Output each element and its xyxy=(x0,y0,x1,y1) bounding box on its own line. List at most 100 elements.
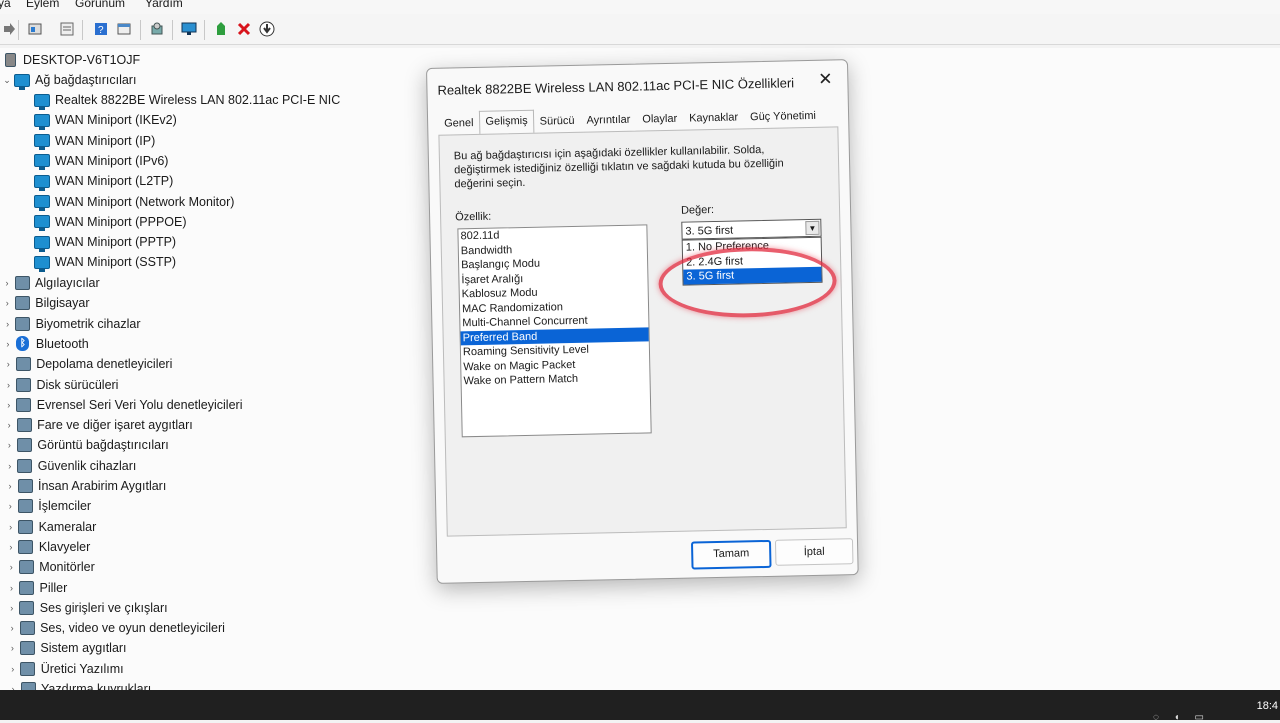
menu-item-eylem[interactable]: Eylem xyxy=(26,0,59,10)
property-list[interactable]: 802.11d Bandwidth Başlangıç Modu İşaret Ara… xyxy=(457,224,652,438)
property-list-item[interactable]: Wake on Pattern Match xyxy=(461,370,649,388)
tree-category[interactable]: › Biyometrik cihazlar xyxy=(3,314,140,334)
tree-category[interactable]: › Depolama denetleyicileri xyxy=(3,354,172,374)
tree-category-network[interactable]: ⌄ Ağ bağdaştırıcıları xyxy=(2,70,136,90)
chevron-right-icon[interactable]: › xyxy=(7,643,17,653)
tree-category[interactable]: › Disk sürücüleri xyxy=(4,375,118,395)
chevron-right-icon[interactable]: › xyxy=(7,603,17,613)
chevron-right-icon[interactable]: › xyxy=(5,501,15,511)
tree-category-label: Görüntü bağdaştırıcıları xyxy=(37,438,169,453)
tree-root[interactable]: DESKTOP-V6T1OJF xyxy=(2,50,140,70)
tree-category[interactable]: › İnsan Arabirim Aygıtları xyxy=(5,476,166,496)
tree-category-label: Monitörler xyxy=(39,560,95,575)
tree-item-network-adapter[interactable]: WAN Miniport (SSTP) xyxy=(34,252,176,272)
tree-category[interactable]: › Piller xyxy=(7,578,67,598)
chevron-right-icon[interactable]: › xyxy=(6,522,16,532)
chevron-right-icon[interactable]: › xyxy=(2,278,12,288)
tree-category[interactable]: › Fare ve diğer işaret aygıtları xyxy=(4,415,193,435)
tree-item-label: WAN Miniport (PPTP) xyxy=(55,235,177,250)
taskbar-clock[interactable]: 18:4 xyxy=(1257,700,1278,712)
processor-icon xyxy=(17,499,33,514)
tree-root-label: DESKTOP-V6T1OJF xyxy=(23,53,141,67)
tree-item-network-adapter[interactable]: WAN Miniport (IKEv2) xyxy=(34,110,177,130)
chevron-right-icon[interactable]: › xyxy=(3,319,13,329)
view-icon[interactable] xyxy=(58,20,76,38)
bluetooth-icon: ᛒ xyxy=(15,336,31,352)
help-icon[interactable]: ? xyxy=(92,20,110,38)
tree-item-network-adapter[interactable]: WAN Miniport (PPTP) xyxy=(34,232,176,252)
monitor-icon xyxy=(18,560,34,575)
chevron-right-icon[interactable]: › xyxy=(4,440,14,450)
properties-icon[interactable] xyxy=(26,20,44,38)
chevron-right-icon[interactable]: › xyxy=(2,298,12,308)
tree-category[interactable]: › Güvenlik cihazları xyxy=(5,456,137,476)
tree-category[interactable]: › Kameralar xyxy=(6,517,97,537)
tree-category[interactable]: › Üretici Yazılımı xyxy=(8,659,124,679)
tree-category-label: Algılayıcılar xyxy=(35,276,100,290)
tree-item-network-adapter[interactable]: WAN Miniport (PPPOE) xyxy=(34,212,187,232)
tree-category-label: Sistem aygıtları xyxy=(40,641,127,656)
chevron-right-icon[interactable]: › xyxy=(3,359,13,369)
menu-item-gorunum[interactable]: Görünüm xyxy=(75,0,125,10)
chevron-right-icon[interactable]: › xyxy=(7,583,17,593)
chevron-right-icon[interactable]: › xyxy=(4,380,14,390)
scan-hardware-icon[interactable] xyxy=(148,20,166,38)
chevron-right-icon[interactable]: › xyxy=(5,461,15,471)
tree-item-network-adapter[interactable]: WAN Miniport (L2TP) xyxy=(34,171,173,191)
tray-icons[interactable]: ◌ ◖ ▭ xyxy=(1153,712,1210,723)
uninstall-icon[interactable] xyxy=(235,20,253,38)
tree-category[interactable]: › ᛒ Bluetooth xyxy=(3,334,89,354)
download-icon[interactable] xyxy=(258,20,276,38)
chevron-right-icon[interactable]: › xyxy=(8,664,18,674)
tree-category-label: İnsan Arabirim Aygıtları xyxy=(38,479,167,493)
tree-item-label: WAN Miniport (Network Monitor) xyxy=(55,194,235,209)
tree-category-label: Evrensel Seri Veri Yolu denetleyicileri xyxy=(36,397,243,412)
network-adapter-icon xyxy=(34,215,50,232)
tree-category-label: Kameralar xyxy=(38,519,97,534)
chevron-right-icon[interactable]: › xyxy=(5,481,15,491)
chevron-right-icon[interactable]: › xyxy=(6,562,16,572)
tree-category[interactable]: › Yazdırma kuyrukları xyxy=(8,679,151,690)
chevron-right-icon[interactable]: › xyxy=(4,400,14,410)
chevron-down-icon[interactable]: ⌄ xyxy=(2,75,12,86)
tree-category[interactable]: › Görüntü bağdaştırıcıları xyxy=(4,435,169,455)
tree-category[interactable]: › Ses, video ve oyun denetleyicileri xyxy=(7,618,225,638)
tree-category-label: Güvenlik cihazları xyxy=(37,458,137,473)
chevron-right-icon[interactable]: › xyxy=(3,339,13,349)
tree-item-network-adapter[interactable]: WAN Miniport (Network Monitor) xyxy=(34,192,234,212)
menu-item-yardim[interactable]: Yardım xyxy=(145,0,183,10)
tree-category[interactable]: › Bilgisayar xyxy=(2,293,89,313)
tree-category[interactable]: › Sistem aygıtları xyxy=(7,638,127,658)
printer-icon xyxy=(20,682,36,690)
keyboard-icon xyxy=(18,539,34,554)
tree-category[interactable]: › İşlemciler xyxy=(5,496,91,516)
tree-category[interactable]: › Monitörler xyxy=(6,557,95,577)
tree-item-network-adapter[interactable]: Realtek 8822BE Wireless LAN 802.11ac PCI… xyxy=(34,90,340,110)
cancel-button[interactable]: İptal xyxy=(774,538,854,566)
advanced-panel: Bu ağ bağdaştırıcısı için aşağıdaki özel… xyxy=(438,126,847,537)
tree-category-label: Yazdırma kuyrukları xyxy=(41,682,152,690)
tree-item-network-adapter[interactable]: WAN Miniport (IP) xyxy=(34,131,155,151)
tree-category-label: Klavyeler xyxy=(38,539,91,554)
tree-item-label: WAN Miniport (L2TP) xyxy=(55,174,174,189)
menu-item-dosya[interactable]: ya xyxy=(0,0,11,10)
ok-button[interactable]: Tamam xyxy=(690,539,772,570)
dropdown-arrow-icon[interactable]: ▼ xyxy=(805,220,820,236)
tree-category[interactable]: › Algılayıcılar xyxy=(2,273,100,293)
chevron-right-icon[interactable]: › xyxy=(4,420,14,430)
tree-category[interactable]: › Evrensel Seri Veri Yolu denetleyicileri xyxy=(4,395,243,415)
tree-item-network-adapter[interactable]: WAN Miniport (IPv6) xyxy=(34,151,168,171)
add-driver-icon[interactable] xyxy=(212,20,230,38)
window-icon[interactable] xyxy=(115,20,133,38)
audio-io-icon xyxy=(19,600,35,615)
close-icon[interactable]: ✕ xyxy=(813,68,837,90)
tree-category[interactable]: › Klavyeler xyxy=(6,537,90,557)
chevron-right-icon[interactable]: › xyxy=(6,542,16,552)
tree-category-label: Depolama denetleyicileri xyxy=(36,357,173,372)
tree-category[interactable]: › Ses girişleri ve çıkışları xyxy=(7,598,168,618)
chevron-right-icon[interactable]: › xyxy=(7,623,17,633)
disk-icon xyxy=(16,377,32,392)
monitor-icon[interactable] xyxy=(180,20,198,38)
forward-icon[interactable] xyxy=(0,20,18,38)
display-adapter-icon xyxy=(16,438,32,453)
